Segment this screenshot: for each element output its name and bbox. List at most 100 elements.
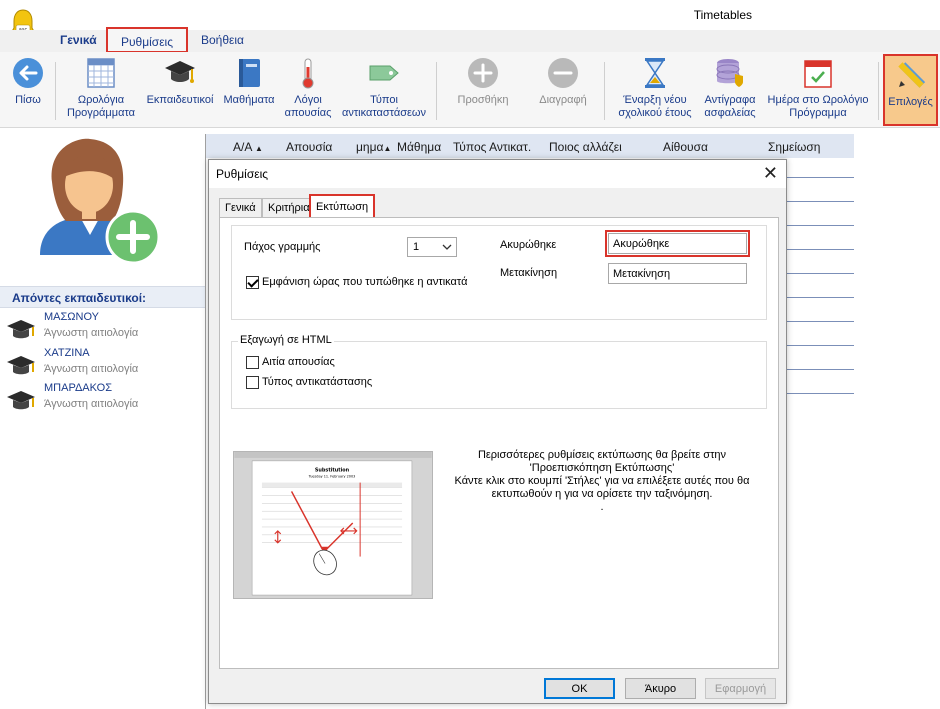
moved-label: Μετακίνηση	[500, 267, 558, 279]
ribbon-separator	[878, 62, 879, 120]
add-teacher-avatar-icon[interactable]	[30, 137, 165, 262]
absent-teacher-item[interactable]: ΧΑΤΖΙΝΑ Άγνωστη αιτιολογία	[0, 347, 205, 383]
apply-button[interactable]: Εφαρμογή	[705, 678, 776, 699]
back-button[interactable]: Πίσω	[6, 56, 50, 107]
chevron-down-icon	[442, 244, 452, 250]
day-in-timetable-button[interactable]: Ημέρα στο Ωρολόγιο Πρόγραμμα	[762, 56, 874, 120]
tab-printing[interactable]: Εκτύπωση	[309, 194, 376, 218]
absence-cause-checkbox[interactable]	[246, 356, 259, 369]
preview-title: Substitution	[315, 468, 350, 474]
timetables-button[interactable]: Ωρολόγια Προγράμματα	[62, 56, 140, 120]
column-header-who-changes[interactable]: Ποιος αλλάζει	[549, 140, 622, 154]
absent-teacher-reason: Άγνωστη αιτιολογία	[44, 327, 139, 339]
options-button[interactable]: Επιλογές	[883, 54, 938, 126]
column-header-mima[interactable]: μημα▲	[356, 140, 391, 154]
graduation-cap-icon	[7, 391, 35, 410]
grid-row-line	[786, 225, 854, 226]
arrow-left-icon	[13, 58, 43, 88]
grid-row-line	[786, 345, 854, 346]
graduation-cap-icon	[7, 356, 35, 375]
grid-row-line	[786, 249, 854, 250]
ribbon-toolbar: Πίσω Ωρολόγια Προγράμματα Εκπαιδευτικοί …	[0, 52, 940, 128]
menu-help[interactable]: Βοήθεια	[201, 33, 244, 47]
absence-cause-label: Αιτία απουσίας	[262, 356, 335, 368]
print-options-group: Πάχος γραμμής 1 Εμφάνιση ώρας που τυπώθη…	[231, 225, 767, 320]
html-export-group: Εξαγωγή σε HTML Αιτία απουσίας Τύπος αντ…	[231, 334, 767, 409]
column-header-subject[interactable]: Μάθημα	[397, 140, 441, 154]
grid-row-line	[786, 273, 854, 274]
line-thickness-label: Πάχος γραμμής	[244, 241, 321, 253]
column-header-room[interactable]: Αίθουσα	[663, 140, 708, 154]
dialog-title: Ρυθμίσεις	[216, 167, 269, 181]
print-preview-image: Substitution Tuesday 11. February 2003	[233, 451, 433, 599]
print-info-text: Περισσότερες ρυθμίσεις εκτύπωσης θα βρεί…	[454, 449, 750, 513]
close-icon[interactable]: ✕	[763, 163, 778, 183]
absent-teacher-reason: Άγνωστη αιτιολογία	[44, 398, 139, 410]
printing-tab-panel: Πάχος γραμμής 1 Εμφάνιση ώρας που τυπώθη…	[219, 217, 779, 669]
absent-teacher-name: ΜΑΣΩΝΟΥ	[44, 311, 100, 323]
grid-row-line	[786, 393, 854, 394]
timetable-grid-icon	[87, 58, 115, 88]
left-panel: Απόντες εκπαιδευτικοί: ΜΑΣΩΝΟΥ Άγνωστη α…	[0, 129, 205, 709]
calendar-check-icon	[804, 60, 832, 88]
thermometer-icon	[302, 58, 314, 89]
grid-row-line	[786, 369, 854, 370]
absent-teacher-reason: Άγνωστη αιτιολογία	[44, 363, 139, 375]
ok-button[interactable]: OK	[544, 678, 615, 699]
hourglass-icon	[645, 58, 665, 88]
absent-teachers-header: Απόντες εκπαιδευτικοί:	[0, 286, 205, 308]
tag-icon	[369, 65, 399, 81]
cancelled-label: Ακυρώθηκε	[500, 239, 557, 251]
tab-general[interactable]: Γενικά	[219, 198, 262, 218]
absent-teacher-name: ΧΑΤΖΙΝΑ	[44, 347, 90, 359]
pencil-ruler-icon	[897, 62, 925, 88]
dialog-title-bar: Ρυθμίσεις ✕	[209, 160, 786, 188]
grid-row-line	[786, 201, 854, 202]
preview-date: Tuesday 11. February 2003	[308, 475, 356, 479]
database-shield-icon	[716, 59, 743, 87]
book-icon	[239, 59, 260, 87]
line-thickness-combo[interactable]: 1	[407, 237, 457, 257]
substitution-type-checkbox[interactable]	[246, 376, 259, 389]
absent-teacher-name: ΜΠΑΡΔΑΚΟΣ	[44, 382, 113, 394]
grid-row-line	[786, 297, 854, 298]
minus-circle-icon	[548, 58, 578, 88]
html-export-title: Εξαγωγή σε HTML	[238, 334, 334, 346]
absent-teacher-item[interactable]: ΜΑΣΩΝΟΥ Άγνωστη αιτιολογία	[0, 311, 205, 347]
substitution-types-button[interactable]: Τύποι αντικαταστάσεων	[336, 56, 432, 120]
menu-settings[interactable]: Ρυθμίσεις	[106, 27, 188, 53]
menu-general[interactable]: Γενικά	[60, 33, 97, 47]
menu-bar: Γενικά Ρυθμίσεις Βοήθεια	[0, 27, 940, 53]
show-print-time-checkbox[interactable]	[246, 276, 259, 289]
ribbon-separator	[436, 62, 437, 120]
column-header-note[interactable]: Σημείωση	[768, 140, 820, 154]
substitution-type-label: Τύπος αντικατάστασης	[262, 376, 373, 388]
settings-dialog: Ρυθμίσεις ✕ Γενικά Κριτήρια Εκτύπωση Πάχ…	[208, 159, 787, 704]
backups-button[interactable]: Αντίγραφα ασφαλείας	[700, 56, 760, 120]
absent-teacher-item[interactable]: ΜΠΑΡΔΑΚΟΣ Άγνωστη αιτιολογία	[0, 382, 205, 418]
window-title: Timetables	[693, 8, 752, 22]
tab-criteria[interactable]: Κριτήρια	[262, 198, 316, 218]
ribbon-separator	[55, 62, 56, 120]
column-header-absence[interactable]: Απουσία	[286, 140, 332, 154]
column-header-substitution-type[interactable]: Τύπος Αντικατ.	[453, 140, 531, 154]
ribbon-separator	[604, 62, 605, 120]
show-print-time-label: Εμφάνιση ώρας που τυπώθηκε η αντικατά	[262, 276, 468, 288]
teachers-button[interactable]: Εκπαιδευτικοί	[142, 56, 218, 107]
column-header-aa[interactable]: Α/Α ▲	[233, 140, 263, 154]
delete-button[interactable]: Διαγραφή	[530, 56, 596, 107]
cancel-button[interactable]: Άκυρο	[625, 678, 696, 699]
cancelled-field[interactable]: Ακυρώθηκε	[608, 233, 747, 254]
grid-row-line	[786, 177, 854, 178]
plus-circle-icon	[468, 58, 498, 88]
new-school-year-button[interactable]: Έναρξη νέου σχολικού έτους	[612, 56, 698, 120]
graduation-cap-icon	[165, 61, 195, 83]
title-bar: asc Timetables	[0, 0, 940, 39]
grid-header: Α/Α ▲ Απουσία μημα▲ Μάθημα Τύπος Αντικατ…	[206, 134, 854, 158]
moved-field[interactable]: Μετακίνηση	[608, 263, 747, 284]
grid-row-line	[786, 321, 854, 322]
graduation-cap-icon	[7, 320, 35, 339]
subjects-button[interactable]: Μαθήματα	[218, 56, 280, 107]
add-button[interactable]: Προσθήκη	[450, 56, 516, 107]
absence-reasons-button[interactable]: Λόγοι απουσίας	[280, 56, 336, 120]
